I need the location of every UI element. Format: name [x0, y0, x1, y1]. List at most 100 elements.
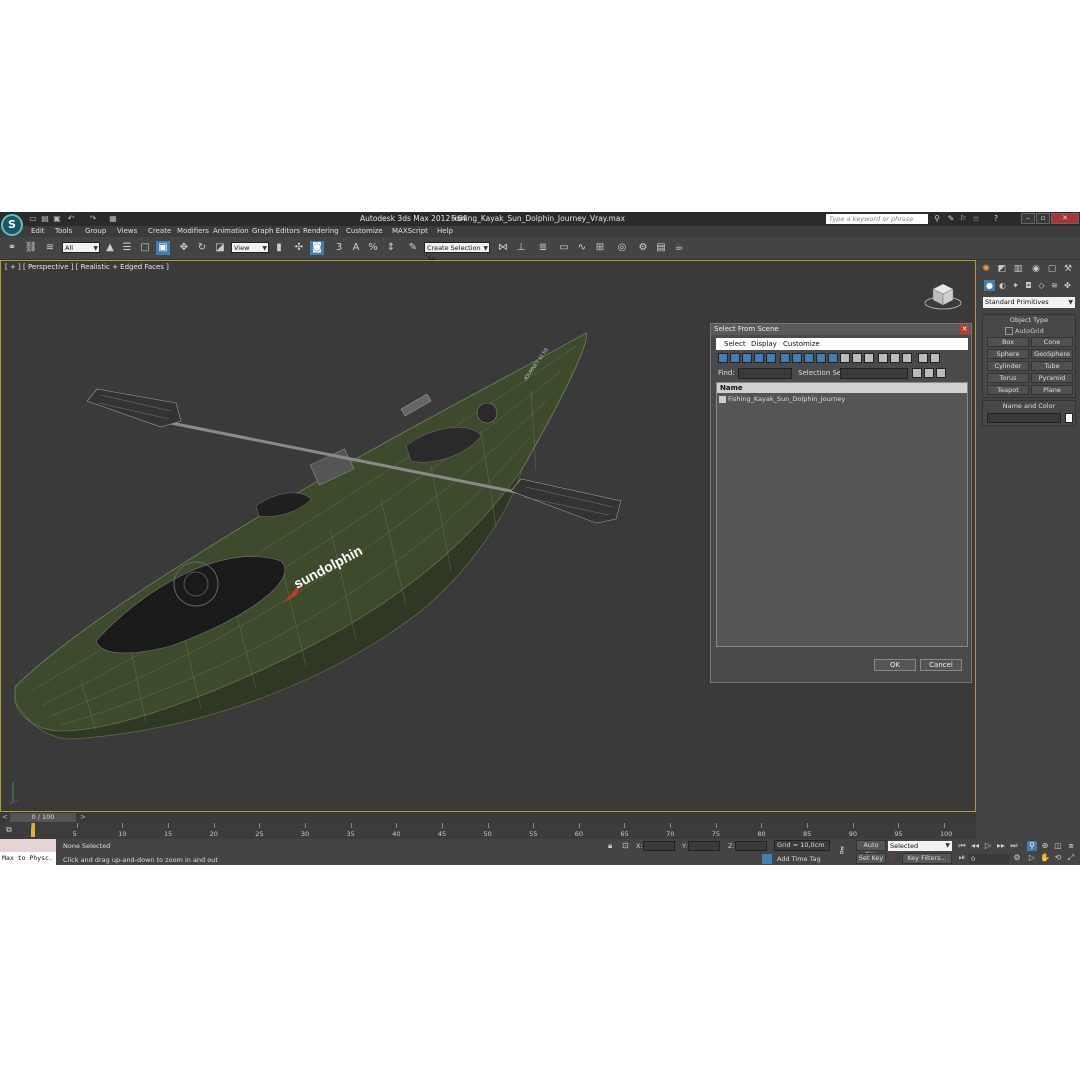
reference-coordinate-select[interactable]: View ▼ — [231, 242, 269, 253]
graphite-ribbon-icon[interactable]: ▭ — [557, 241, 571, 255]
open-file-icon[interactable]: ▤ — [40, 214, 50, 224]
select-and-scale-icon[interactable]: ◪ — [213, 241, 227, 255]
select-and-manipulate-icon[interactable]: ✣ — [292, 241, 306, 255]
viewcube[interactable] — [923, 279, 963, 311]
edit-named-selection-icon[interactable]: ✎ — [406, 241, 420, 255]
key-mode-toggle-icon[interactable]: ⏯ — [957, 853, 967, 863]
default-in-out-tangent-icon[interactable]: ⟋ — [890, 854, 896, 864]
tube-button[interactable]: Tube — [1031, 361, 1073, 371]
time-slider-next-icon[interactable]: > — [80, 813, 86, 821]
add-time-tag-button[interactable]: Add Time Tag — [777, 855, 821, 863]
time-tag-icon[interactable] — [762, 854, 772, 864]
display-none-icon[interactable] — [878, 353, 888, 363]
torus-button[interactable]: Torus — [987, 373, 1029, 383]
select-and-rotate-icon[interactable]: ↻ — [195, 241, 209, 255]
display-bones-icon[interactable] — [816, 353, 826, 363]
menu-rendering[interactable]: Rendering — [303, 227, 339, 235]
display-helpers-icon[interactable] — [766, 353, 776, 363]
lock-selection-icon[interactable] — [902, 353, 912, 363]
helpers-category-icon[interactable]: ◇ — [1036, 280, 1047, 291]
autogrid-checkbox[interactable]: AutoGrid — [1005, 327, 1044, 335]
zoom-icon[interactable]: ⚲ — [1027, 841, 1037, 851]
dialog-close-icon[interactable]: ✕ — [960, 325, 969, 334]
invert-display-icon[interactable] — [890, 353, 900, 363]
object-name-input[interactable] — [987, 413, 1061, 423]
key-icon[interactable]: ⚷ — [838, 845, 845, 856]
dialog-menu-customize[interactable]: Customize — [783, 340, 820, 348]
sphere-button[interactable]: Sphere — [987, 349, 1029, 359]
shapes-category-icon[interactable]: ◐ — [997, 280, 1008, 291]
orbit-icon[interactable]: ⟲ — [1053, 853, 1063, 863]
utilities-tab-icon[interactable]: ⚒ — [1062, 263, 1074, 275]
go-to-end-icon[interactable]: ⏭ — [1009, 841, 1019, 851]
select-none-icon[interactable] — [924, 368, 934, 378]
space-warps-category-icon[interactable]: ≋ — [1049, 280, 1060, 291]
zoom-all-icon[interactable]: ⊕ — [1040, 841, 1050, 851]
cylinder-button[interactable]: Cylinder — [987, 361, 1029, 371]
select-and-move-icon[interactable]: ✥ — [177, 241, 191, 255]
x-coordinate-field[interactable] — [643, 841, 675, 851]
curve-editor-icon[interactable]: ∿ — [575, 241, 589, 255]
box-button[interactable]: Box — [987, 337, 1029, 347]
absolute-mode-icon[interactable]: ⊡ — [622, 841, 629, 850]
render-production-icon[interactable]: ☕ — [672, 241, 686, 255]
pan-view-icon[interactable]: ✋ — [1040, 853, 1050, 863]
binoculars-icon[interactable]: ⚲ — [932, 214, 942, 224]
menu-help[interactable]: Help — [437, 227, 453, 235]
filter-options-icon[interactable] — [930, 353, 940, 363]
next-frame-icon[interactable]: ▸▸ — [996, 841, 1006, 851]
select-object-icon[interactable]: ▲ — [103, 241, 117, 255]
display-space-warps-icon[interactable] — [780, 353, 790, 363]
plane-button[interactable]: Plane — [1031, 385, 1073, 395]
selection-set-select[interactable] — [840, 368, 908, 379]
display-containers-icon[interactable] — [828, 353, 838, 363]
zoom-extents-icon[interactable]: ◫ — [1053, 841, 1063, 851]
teapot-button[interactable]: Teapot — [987, 385, 1029, 395]
cone-button[interactable]: Cone — [1031, 337, 1073, 347]
named-selection-sets-select[interactable]: Create Selection Se ▼ — [424, 242, 490, 263]
find-input[interactable] — [738, 368, 792, 379]
cancel-button[interactable]: Cancel — [920, 659, 962, 671]
select-invert-icon[interactable] — [936, 368, 946, 378]
bind-space-warp-icon[interactable]: ≋ — [43, 241, 57, 255]
name-and-color-title[interactable]: Name and Color — [983, 401, 1075, 411]
layer-manager-icon[interactable]: ≣ — [536, 241, 550, 255]
app-logo-button[interactable]: S — [1, 214, 23, 236]
select-by-name-icon[interactable]: ☰ — [120, 241, 134, 255]
menu-tools[interactable]: Tools — [55, 227, 72, 235]
snaps-toggle-icon[interactable]: 3 — [332, 241, 346, 255]
motion-tab-icon[interactable]: ◉ — [1030, 263, 1042, 275]
menu-edit[interactable]: Edit — [31, 227, 45, 235]
angle-snap-icon[interactable]: A — [349, 241, 363, 255]
object-color-swatch[interactable] — [1065, 413, 1073, 423]
display-lights-icon[interactable] — [742, 353, 752, 363]
auto-key-button[interactable]: Auto Key — [856, 840, 886, 858]
filter-icon[interactable] — [918, 353, 928, 363]
field-of-view-icon[interactable]: ▷ — [1027, 853, 1037, 863]
menu-modifiers[interactable]: Modifiers — [177, 227, 209, 235]
close-window-button[interactable]: ✕ — [1051, 213, 1079, 224]
track-bar[interactable]: ⧉ 5 10 15 20 25 30 35 40 45 50 55 60 65 70 75 80 85 90 95 1… — [0, 823, 976, 839]
dialog-menu-display[interactable]: Display — [751, 340, 777, 348]
menu-create[interactable]: Create — [148, 227, 171, 235]
selection-filter-select[interactable]: All ▼ — [62, 242, 100, 253]
display-geometry-icon[interactable] — [718, 353, 728, 363]
save-file-icon[interactable]: ▣ — [52, 214, 62, 224]
lock-selection-icon[interactable]: 🔒︎ — [608, 841, 612, 851]
go-to-start-icon[interactable]: ⏮ — [957, 841, 967, 851]
key-filters-button[interactable]: Key Filters... — [902, 853, 952, 864]
menu-maxscript[interactable]: MAXScript — [392, 227, 428, 235]
lights-category-icon[interactable]: ✦ — [1010, 280, 1021, 291]
window-crossing-icon[interactable]: ▣ — [156, 241, 170, 255]
render-setup-icon[interactable]: ⚙ — [636, 241, 650, 255]
rectangular-selection-icon[interactable]: □ — [138, 241, 152, 255]
spinner-snap-icon[interactable]: ⇕ — [384, 241, 398, 255]
project-folder-icon[interactable]: ▦ — [108, 214, 118, 224]
display-xrefs-icon[interactable] — [804, 353, 814, 363]
mirror-icon[interactable]: ⋈ — [496, 241, 510, 255]
select-all-icon[interactable] — [912, 368, 922, 378]
favorites-star-icon[interactable]: ☆ — [971, 214, 981, 224]
menu-group[interactable]: Group — [85, 227, 106, 235]
create-tab-icon[interactable]: ✺ — [980, 263, 992, 275]
display-cameras-icon[interactable] — [754, 353, 764, 363]
